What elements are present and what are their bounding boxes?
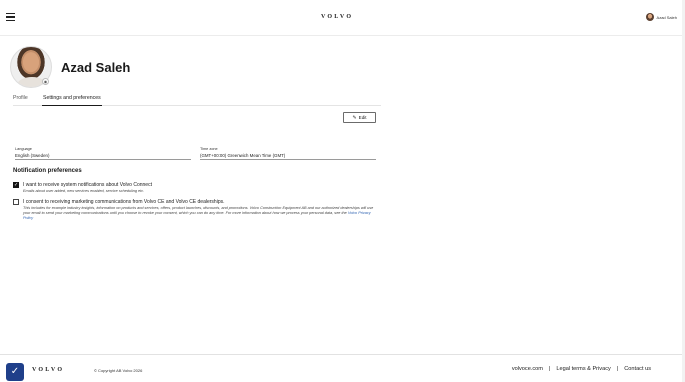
tab-bar: Profile Settings and preferences [13, 95, 381, 106]
marketing-consent-label: I consent to receiving marketing communi… [23, 199, 225, 205]
system-notifications-description: Emails about user added, new services en… [23, 189, 145, 193]
volvo-logo[interactable]: VOLVO [321, 14, 353, 20]
footer: ✓ VOLVO © Copyright AB Volvo 2026 volvoc… [0, 354, 685, 382]
user-name: Azad Saleh [656, 14, 677, 20]
user-avatar-icon [645, 13, 654, 21]
user-menu[interactable]: Azad Saleh [645, 13, 677, 21]
edit-button-label: Edit [358, 115, 367, 120]
footer-link-contact[interactable]: Contact us [624, 366, 651, 372]
tab-profile[interactable]: Profile [13, 95, 28, 106]
footer-separator: | [616, 366, 619, 372]
shield-check-icon[interactable]: ✓ [6, 363, 24, 381]
copyright-text: © Copyright AB Volvo 2026 [94, 368, 143, 373]
language-field: Language English (Sweden) [15, 147, 191, 160]
system-notifications-checkbox[interactable]: ✓ [13, 182, 19, 188]
system-notifications-label: I want to receive system notifications a… [23, 182, 152, 188]
notification-preferences-heading: Notification preferences [13, 168, 82, 174]
language-value: English (Sweden) [15, 151, 191, 160]
marketing-consent-text: This includes for example industry insig… [23, 206, 374, 215]
camera-icon[interactable]: ◉ [42, 78, 49, 85]
footer-links: volvoce.com | Legal terms & Privacy | Co… [512, 366, 651, 372]
edit-button[interactable]: ✎ Edit [343, 112, 376, 123]
hamburger-menu-icon[interactable] [6, 13, 15, 22]
tab-settings-and-preferences[interactable]: Settings and preferences [42, 95, 102, 106]
marketing-consent-checkbox[interactable] [13, 199, 19, 205]
marketing-consent-description: This includes for example industry insig… [23, 206, 375, 221]
timezone-value: (GMT+00:00) Greenwich Mean Time (GMT) [200, 151, 376, 160]
top-bar: VOLVO Azad Saleh [0, 0, 685, 36]
footer-volvo-logo: VOLVO [32, 367, 65, 373]
footer-link-legal-terms[interactable]: Legal terms & Privacy [556, 366, 610, 372]
timezone-field: Time zone (GMT+00:00) Greenwich Mean Tim… [200, 147, 376, 160]
footer-link-volvoce[interactable]: volvoce.com [512, 366, 543, 372]
profile-name: Azad Saleh [61, 60, 131, 75]
pencil-icon: ✎ [352, 114, 357, 121]
footer-separator: | [548, 366, 551, 372]
